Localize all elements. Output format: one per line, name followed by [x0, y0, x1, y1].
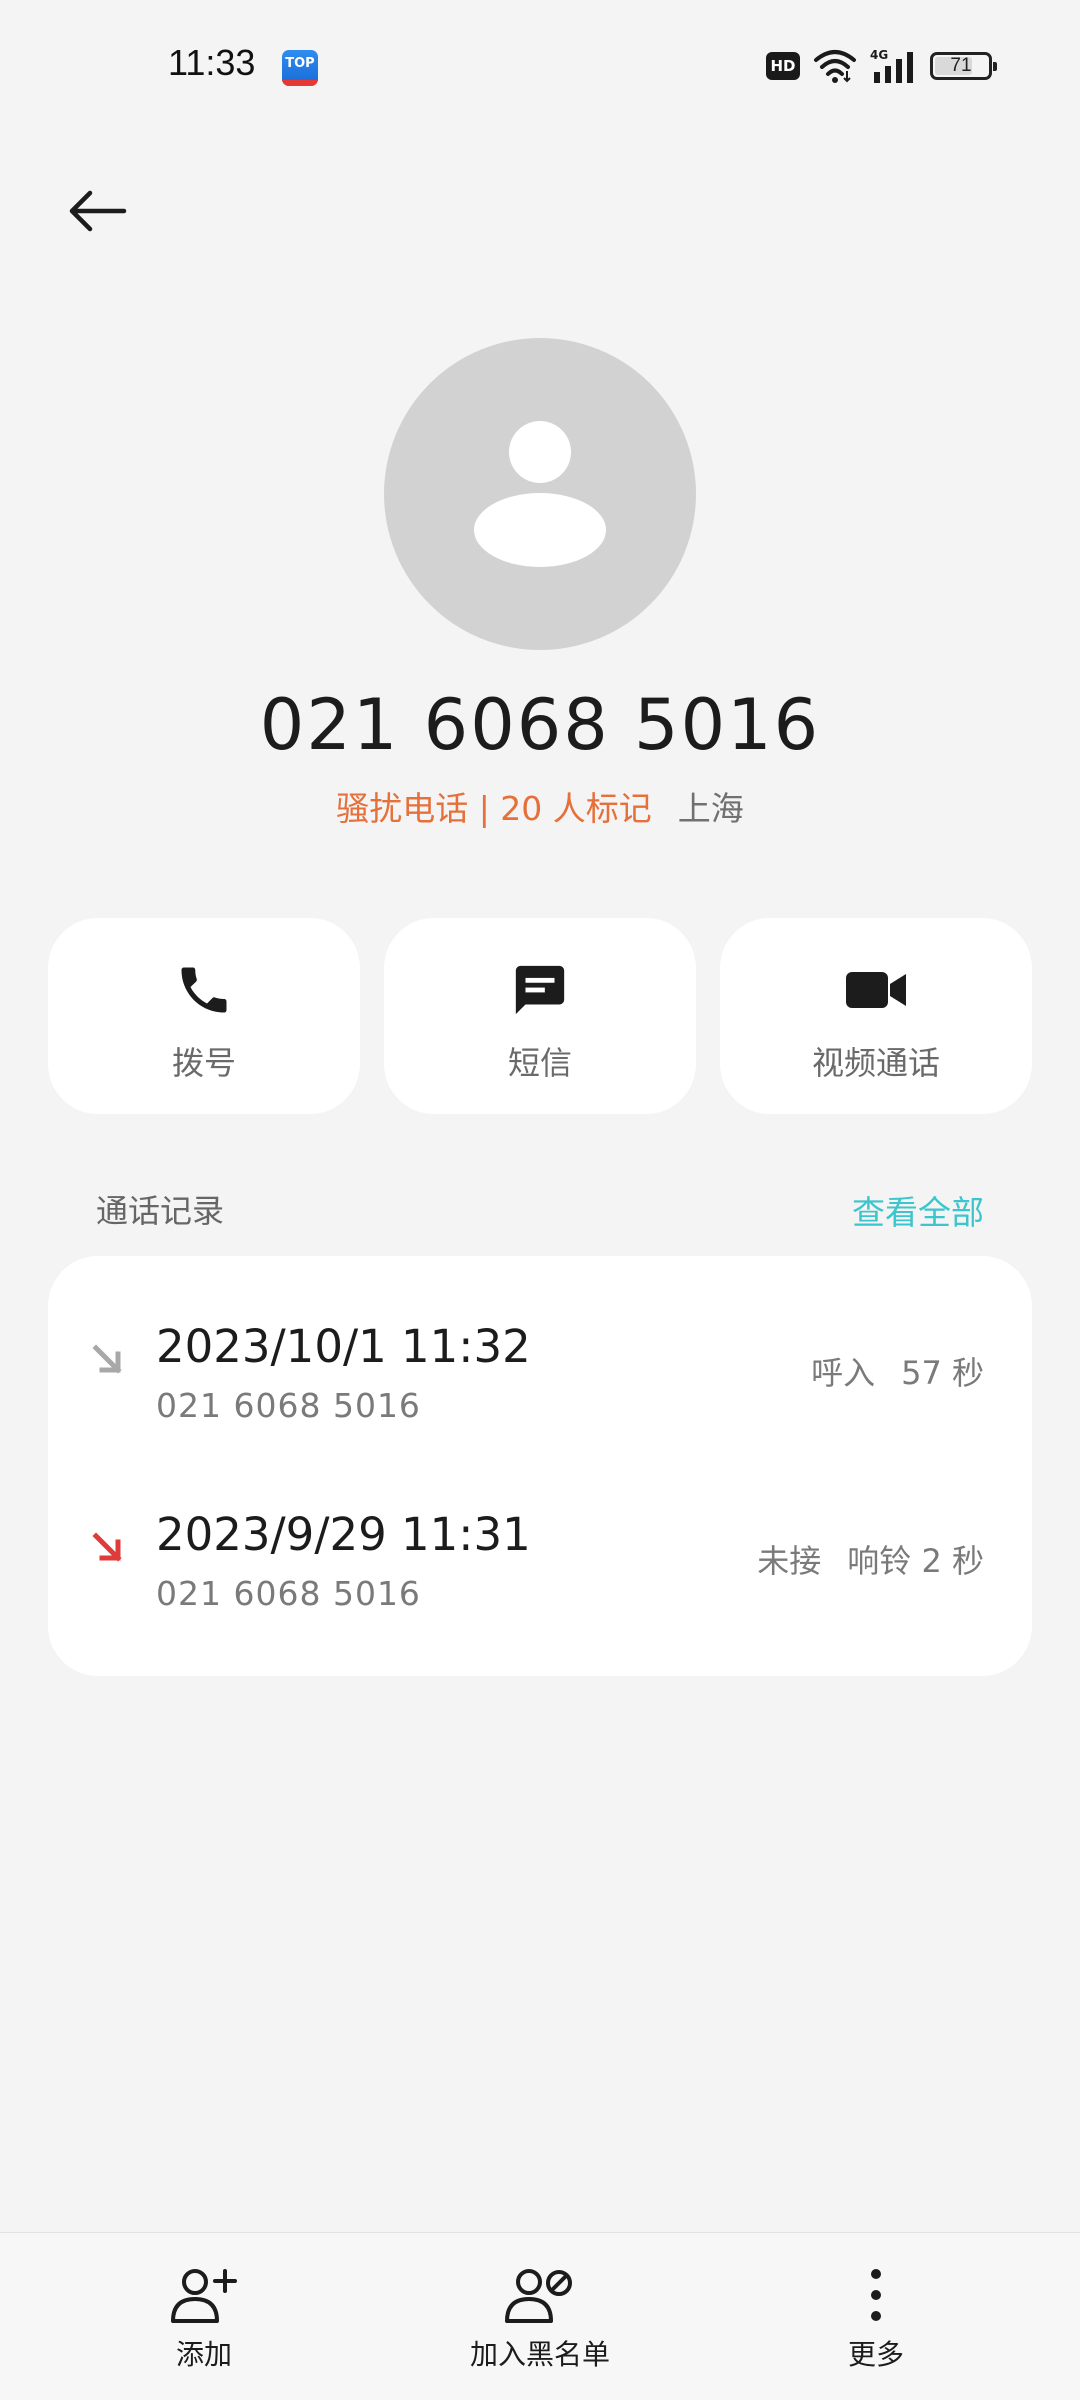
call-log-title: 通话记录: [96, 1192, 225, 1230]
contact-location: 上海: [677, 789, 744, 828]
block-contact-icon: [505, 2269, 572, 2323]
block-contact-button[interactable]: 加入黑名单: [410, 2263, 670, 2373]
bottom-action-bar: 添加 加入黑名单 更多: [0, 2232, 1080, 2400]
more-button[interactable]: 更多: [746, 2263, 1006, 2373]
spam-tag: 骚扰电话 | 20 人标记: [336, 789, 652, 828]
status-icons: HD 4G 71: [766, 46, 997, 86]
more-label: 更多: [847, 2338, 904, 2371]
more-vertical-icon: [871, 2269, 881, 2321]
missed-call-arrow-icon: [92, 1532, 122, 1562]
call-meta: 呼入 57 秒: [811, 1348, 984, 1394]
svg-text:4G: 4G: [870, 48, 888, 62]
incoming-call-arrow-icon: [92, 1344, 122, 1374]
view-all-link[interactable]: 查看全部: [852, 1186, 984, 1234]
contact-phone-number: 021 6068 5016: [259, 684, 821, 766]
call-number: 021 6068 5016: [156, 1386, 421, 1425]
back-button[interactable]: [58, 176, 138, 246]
call-type: 呼入: [811, 1354, 876, 1392]
notification-app-icon: TOP: [282, 50, 318, 86]
call-meta: 未接 响铃 2 秒: [757, 1536, 984, 1582]
signal-icon: 4G: [870, 48, 913, 83]
contact-detail-screen: 11:33 TOP HD 4G 71 021 6068 5016 骚扰电话 | …: [0, 0, 1080, 2400]
call-button-label: 拨号: [171, 1044, 236, 1082]
add-contact-label: 添加: [175, 2338, 232, 2371]
call-type: 未接: [757, 1542, 822, 1580]
contact-tag-line: 骚扰电话 | 20 人标记 上海: [0, 782, 1080, 830]
call-log-entry[interactable]: 2023/10/1 11:32 021 6068 5016 呼入 57 秒: [48, 1320, 1032, 1470]
block-contact-label: 加入黑名单: [469, 2338, 610, 2371]
call-datetime: 2023/9/29 11:31: [156, 1508, 531, 1561]
call-number: 021 6068 5016: [156, 1574, 421, 1613]
phone-icon: [181, 967, 227, 1013]
call-duration: 响铃 2 秒: [847, 1542, 984, 1580]
message-button-label: 短信: [507, 1044, 572, 1082]
status-bar: 11:33 TOP HD 4G 71: [0, 0, 1080, 120]
message-button[interactable]: 短信: [384, 918, 696, 1114]
message-icon: [515, 965, 565, 1015]
call-datetime: 2023/10/1 11:32: [156, 1320, 531, 1373]
call-log-list: 2023/10/1 11:32 021 6068 5016 呼入 57 秒 202…: [48, 1256, 1032, 1676]
wifi-icon: [814, 50, 856, 83]
person-icon: [474, 421, 606, 567]
call-button[interactable]: 拨号: [48, 918, 360, 1114]
video-call-button-label: 视频通话: [811, 1044, 940, 1082]
avatar: [384, 338, 696, 650]
status-time: 11:33: [168, 42, 256, 83]
add-contact-icon: [171, 2269, 237, 2323]
video-camera-icon: [846, 972, 906, 1008]
video-call-button[interactable]: 视频通话: [720, 918, 1032, 1114]
battery-icon: 71: [930, 52, 997, 80]
call-duration: 57 秒: [901, 1354, 984, 1392]
call-log-entry[interactable]: 2023/9/29 11:31 021 6068 5016 未接 响铃 2 秒: [48, 1508, 1032, 1658]
add-contact-button[interactable]: 添加: [74, 2263, 334, 2373]
back-arrow-icon: [69, 190, 127, 232]
hd-icon: HD: [766, 52, 800, 80]
